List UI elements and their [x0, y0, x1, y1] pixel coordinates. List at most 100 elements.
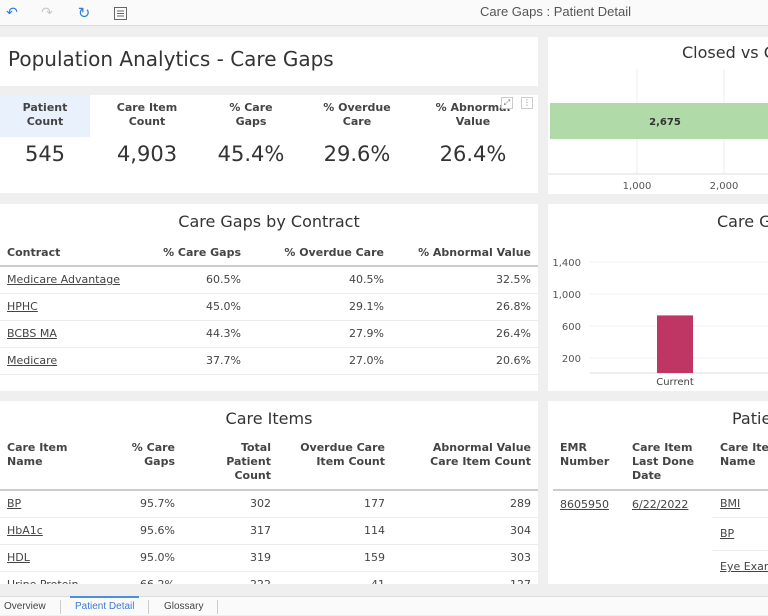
kpi-overdue-care[interactable]: % Overdue Care 29.6% [312, 95, 402, 193]
care-item-link[interactable]: Eye Exar [720, 560, 768, 573]
column-header[interactable]: % Overdue Care [248, 240, 391, 267]
cell: 60.5% [140, 266, 248, 294]
care-item-link[interactable]: BMI [720, 497, 740, 510]
column-header[interactable]: EMR Number [553, 437, 625, 491]
kpi-value: 26.4% [439, 142, 507, 166]
cell: 303 [392, 544, 538, 572]
redo-icon[interactable]: ↷ [37, 3, 57, 23]
list-icon[interactable] [110, 3, 130, 23]
x-tick-label: 2,000 [710, 181, 739, 192]
care-item-link[interactable]: HbA1c [7, 524, 43, 537]
care-item-link[interactable]: Urine Protein [7, 578, 78, 584]
more-options-icon[interactable]: ⋮ [521, 97, 533, 109]
kpi-label: Count [26, 115, 64, 128]
contract-link[interactable]: HPHC [7, 300, 38, 313]
kpi-label: Care [342, 115, 372, 128]
closed-vs-chart: 1,000 2,000 2,675 [548, 69, 768, 192]
kpi-value: 545 [24, 142, 66, 166]
care-gaps-by-contract-panel: Care Gaps by Contract Contract % Care Ga… [0, 204, 538, 391]
cell: 114 [278, 517, 392, 545]
tab-overview[interactable]: Overview [4, 597, 46, 616]
cell: 37.7% [140, 347, 248, 375]
tab-divider [60, 600, 61, 614]
x-tick-label: Current [656, 377, 694, 388]
cell: 26.8% [391, 293, 538, 321]
table-row: HDL 95.0% 319 159 303 [0, 544, 538, 572]
kpi-value: 29.6% [323, 142, 391, 166]
kpi-label: Care Item [116, 101, 178, 114]
kpi-label: Gaps [235, 115, 267, 128]
table-row: BCBS MA 44.3% 27.9% 26.4% [0, 320, 538, 348]
table-row: Medicare Advantage 60.5% 40.5% 32.5% [0, 266, 538, 294]
section-title: Care Items [225, 409, 313, 428]
patient-panel: Patie EMR Number Care Item Last Done Date C… [548, 401, 768, 584]
bar [657, 315, 693, 373]
column-header[interactable]: Overdue Care Item Count [278, 437, 392, 491]
care-items-panel: Care Items Care Item Name % Care Gaps Tota… [0, 401, 538, 584]
kpi-patient-count[interactable]: Patient Count 545 [0, 95, 90, 193]
kpi-label: Patient [22, 101, 68, 114]
emr-number-link[interactable]: 8605950 [560, 498, 609, 511]
cell: 27.9% [248, 320, 391, 348]
kpi-abnormal-value[interactable]: % Abnormal Value 26.4% [428, 95, 518, 193]
column-header[interactable]: % Care Gaps [104, 437, 182, 491]
page-title: Population Analytics - Care Gaps [8, 47, 334, 71]
cell: 40.5% [248, 266, 391, 294]
tab-patient-detail[interactable]: Patient Detail [69, 596, 141, 616]
table-row: HPHC 45.0% 29.1% 26.8% [0, 293, 538, 321]
last-done-date-link[interactable]: 6/22/2022 [632, 498, 688, 511]
sheet-tab-bar: Overview Patient Detail Glossary [0, 596, 768, 615]
column-header[interactable]: % Care Gaps [140, 240, 248, 267]
bar-data-label: 2,675 [649, 117, 681, 128]
y-tick-label: 1,000 [552, 290, 581, 301]
cell: 95.6% [104, 517, 182, 545]
column-header[interactable]: Abnormal Value Care Item Count [392, 437, 538, 491]
cell: 45.0% [140, 293, 248, 321]
cell: 319 [182, 544, 278, 572]
patient-table: EMR Number Care Item Last Done Date Care It… [553, 437, 768, 583]
contract-link[interactable]: Medicare [7, 354, 57, 367]
care-item-link[interactable]: HDL [7, 551, 30, 564]
kpi-label: Count [128, 115, 166, 128]
care-item-link[interactable]: BP [7, 497, 21, 510]
cell: 222 [182, 571, 278, 584]
cell: 177 [278, 490, 392, 518]
tab-divider [148, 600, 149, 614]
cell: 66.2% [104, 571, 182, 584]
column-header[interactable]: Total Patient Count [182, 437, 278, 491]
care-items-table: Care Item Name % Care Gaps Total Patient Cou… [0, 437, 538, 584]
column-header[interactable]: % Abnormal Value [391, 240, 538, 267]
contract-link[interactable]: BCBS MA [7, 327, 57, 340]
cell: 44.3% [140, 320, 248, 348]
toolbar: ↶ ↷ ↻ Care Gaps : Patient Detail [0, 0, 768, 26]
care-item-link[interactable]: BP [720, 527, 734, 540]
refresh-icon[interactable]: ↻ [74, 3, 94, 23]
kpi-care-gaps[interactable]: % Care Gaps 45.4% [206, 95, 296, 193]
window-title: Care Gaps : Patient Detail [480, 4, 632, 19]
tab-glossary[interactable]: Glossary [164, 597, 203, 616]
contract-link[interactable]: Medicare Advantage [7, 273, 120, 286]
cell: 26.4% [391, 320, 538, 348]
column-header[interactable]: Care Ite Name [713, 437, 768, 491]
column-header[interactable]: Care Item Last Done Date [625, 437, 713, 491]
undo-icon[interactable]: ↶ [2, 3, 22, 23]
cell: 127 [392, 571, 538, 584]
kpi-label: Value [455, 115, 491, 128]
y-tick-label: 600 [562, 322, 581, 333]
x-tick-label: 1,000 [623, 181, 652, 192]
expand-icon[interactable]: ⤢ [501, 97, 513, 109]
cell: 20.6% [391, 347, 538, 375]
kpi-label: % Care [229, 101, 273, 114]
cell: 304 [392, 517, 538, 545]
cell: 95.0% [104, 544, 182, 572]
cell: 159 [278, 544, 392, 572]
column-header[interactable]: Contract [0, 240, 140, 267]
cell: 95.7% [104, 490, 182, 518]
cell: 27.0% [248, 347, 391, 375]
cell: 302 [182, 490, 278, 518]
title-panel: Population Analytics - Care Gaps [0, 37, 538, 86]
column-header[interactable]: Care Item Name [0, 437, 104, 491]
kpi-care-item-count[interactable]: Care Item Count 4,903 [102, 95, 192, 193]
kpi-panel: Patient Count 545 Care Item Count 4,903 % … [0, 95, 538, 193]
cell: 41 [278, 571, 392, 584]
